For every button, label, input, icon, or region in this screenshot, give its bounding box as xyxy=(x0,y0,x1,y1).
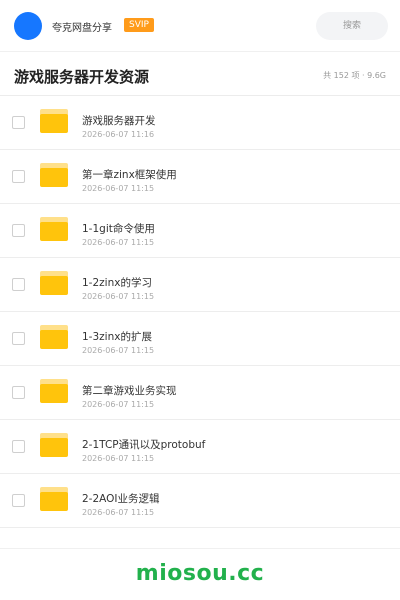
file-name: 1-2zinx的学习 xyxy=(82,277,152,289)
file-date: 2026-06-07 11:16 xyxy=(82,130,155,139)
folder-icon xyxy=(40,433,68,457)
list-item[interactable]: 2-1TCP通讯以及protobuf 2026-06-07 11:15 xyxy=(0,420,400,474)
folder-icon xyxy=(40,109,68,133)
select-checkbox[interactable] xyxy=(12,332,25,345)
search-input[interactable]: 搜索 xyxy=(316,12,388,40)
title-row: 游戏服务器开发资源 共 152 项 · 9.6G xyxy=(0,52,400,96)
watermark: miosou.cc xyxy=(135,561,265,586)
select-checkbox[interactable] xyxy=(12,494,25,507)
avatar[interactable] xyxy=(14,12,42,40)
file-name: 2-2AOI业务逻辑 xyxy=(82,493,160,505)
footer: miosou.cc xyxy=(0,548,400,600)
file-date: 2026-06-07 11:15 xyxy=(82,238,155,247)
folder-icon xyxy=(40,217,68,241)
folder-icon xyxy=(40,325,68,349)
file-list: 游戏服务器开发 2026-06-07 11:16 第一章zinx框架使用 202… xyxy=(0,96,400,528)
select-checkbox[interactable] xyxy=(12,440,25,453)
list-item[interactable]: 第一章zinx框架使用 2026-06-07 11:15 xyxy=(0,150,400,204)
folder-icon xyxy=(40,271,68,295)
item-count: 共 152 项 · 9.6G xyxy=(323,71,386,80)
file-date: 2026-06-07 11:15 xyxy=(82,454,155,463)
file-date: 2026-06-07 11:15 xyxy=(82,184,155,193)
list-item[interactable]: 1-2zinx的学习 2026-06-07 11:15 xyxy=(0,258,400,312)
folder-icon xyxy=(40,487,68,511)
file-name: 游戏服务器开发 xyxy=(82,115,156,127)
select-checkbox[interactable] xyxy=(12,386,25,399)
select-checkbox[interactable] xyxy=(12,116,25,129)
list-item[interactable]: 游戏服务器开发 2026-06-07 11:16 xyxy=(0,96,400,150)
page-title: 游戏服务器开发资源 xyxy=(14,68,150,86)
list-item[interactable]: 1-1git命令使用 2026-06-07 11:15 xyxy=(0,204,400,258)
file-name: 第二章游戏业务实现 xyxy=(82,385,177,397)
file-name: 2-1TCP通讯以及protobuf xyxy=(82,439,206,451)
list-item[interactable]: 2-2AOI业务逻辑 2026-06-07 11:15 xyxy=(0,474,400,528)
svip-badge: SVIP xyxy=(124,18,154,32)
folder-icon xyxy=(40,163,68,187)
top-bar: 夸克网盘分享 SVIP 搜索 xyxy=(0,0,400,52)
file-name: 第一章zinx框架使用 xyxy=(82,169,177,181)
list-item[interactable]: 1-3zinx的扩展 2026-06-07 11:15 xyxy=(0,312,400,366)
file-date: 2026-06-07 11:15 xyxy=(82,292,155,301)
username: 夸克网盘分享 xyxy=(52,23,112,34)
select-checkbox[interactable] xyxy=(12,278,25,291)
select-checkbox[interactable] xyxy=(12,170,25,183)
file-date: 2026-06-07 11:15 xyxy=(82,346,155,355)
file-date: 2026-06-07 11:15 xyxy=(82,508,155,517)
folder-icon xyxy=(40,379,68,403)
file-name: 1-3zinx的扩展 xyxy=(82,331,152,343)
select-checkbox[interactable] xyxy=(12,224,25,237)
file-name: 1-1git命令使用 xyxy=(82,223,155,235)
list-item[interactable]: 第二章游戏业务实现 2026-06-07 11:15 xyxy=(0,366,400,420)
file-date: 2026-06-07 11:15 xyxy=(82,400,155,409)
